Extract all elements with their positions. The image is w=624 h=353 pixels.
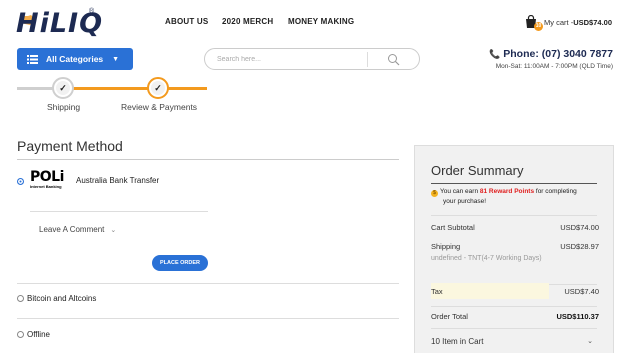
step-shipping-label[interactable]: Shipping [47, 102, 80, 112]
shipping-value: USD$28.97 [560, 242, 599, 251]
step-track-active [63, 87, 156, 90]
cart-label: My cart - [544, 17, 574, 27]
tax-value: USD$7.40 [564, 287, 599, 296]
divider [431, 215, 597, 216]
leave-comment-toggle[interactable]: Leave A Comment ⌄ [39, 225, 116, 234]
chevron-down-icon: ⌄ [110, 226, 117, 234]
menu-icon [27, 54, 38, 64]
phone-icon: 📞 [489, 48, 501, 59]
all-categories-label: All Categories [46, 54, 104, 64]
leave-comment-label: Leave A Comment [39, 225, 105, 234]
reward-points-notice: $ You can earn 81 Reward Points for compl… [431, 187, 603, 207]
cart-total: USD$74.00 [573, 17, 612, 27]
divider [17, 283, 399, 284]
reward-coin-icon: $ [431, 190, 438, 197]
contact-info: 📞 Phone: (07) 3040 7877 Mon-Sat: 11:00AM… [489, 48, 613, 70]
order-total-row: Order Total USD$110.37 [431, 312, 599, 321]
divider [431, 306, 597, 307]
payment-method-title: Payment Method [17, 138, 123, 154]
divider [17, 318, 399, 319]
search-input[interactable] [217, 55, 367, 63]
search-divider [367, 52, 368, 67]
phone-line[interactable]: 📞 Phone: (07) 3040 7877 [489, 48, 613, 60]
step-review-label: Review & Payments [121, 102, 198, 112]
nav-about-us[interactable]: ABOUT US [165, 17, 208, 26]
tax-row: Tax USD$7.40 [431, 287, 599, 296]
reward-suffix: for completing [534, 188, 577, 195]
poli-logo-word: POLi [30, 169, 64, 185]
subtotal-row: Cart Subtotal USD$74.00 [431, 223, 599, 232]
chevron-down-icon: ▼ [112, 55, 120, 63]
nav-2020-merch[interactable]: 2020 MERCH [222, 17, 273, 26]
reward-points: 81 Reward Points [479, 188, 535, 195]
poli-radio[interactable] [17, 178, 24, 185]
check-icon: ✓ [151, 81, 165, 95]
search-bar [204, 48, 420, 70]
bitcoin-option-label[interactable]: Bitcoin and Altcoins [27, 294, 96, 303]
divider [431, 183, 597, 184]
reward-prefix: You can earn [440, 188, 480, 195]
check-icon: ✓ [56, 81, 70, 95]
place-order-button[interactable]: PLACE ORDER [152, 255, 208, 271]
divider [17, 159, 399, 160]
cart-count-badge: 10 [534, 22, 544, 31]
site-logo[interactable]: HiLIQ ® [16, 6, 111, 42]
divider [30, 211, 208, 212]
chevron-down-icon: ⌄ [587, 338, 593, 345]
poli-logo: POLi Internet Banking [30, 169, 75, 190]
offline-option-label[interactable]: Offline [27, 330, 50, 339]
all-categories-button[interactable]: All Categories ▼ [17, 48, 133, 70]
checkout-progress: ✓ ✓ Shipping Review & Payments [17, 74, 207, 114]
order-total-label: Order Total [431, 312, 468, 321]
shipping-row: Shipping USD$28.97 [431, 242, 599, 251]
nav-money-making[interactable]: MONEY MAKING [288, 17, 354, 26]
bitcoin-radio[interactable] [17, 295, 24, 302]
phone-number: Phone: (07) 3040 7877 [503, 48, 613, 60]
subtotal-label: Cart Subtotal [431, 223, 475, 232]
step-shipping-marker[interactable]: ✓ [52, 77, 74, 99]
step-review-marker: ✓ [147, 77, 169, 99]
divider [431, 328, 597, 329]
shipping-method-detail: undefined - TNT(4-7 Working Days) [431, 255, 542, 262]
order-summary-panel: Order Summary $ You can earn 81 Reward Po… [414, 145, 614, 353]
reward-line-2: your purchase! [443, 198, 486, 205]
shopping-bag-icon: 10 [524, 14, 544, 31]
items-in-cart-toggle[interactable]: 10 Item in Cart ⌄ [431, 337, 599, 346]
registered-mark: ® [89, 8, 95, 15]
search-icon[interactable] [387, 53, 400, 66]
order-total-value: USD$110.37 [556, 312, 599, 321]
mini-cart[interactable]: 10 My cart - USD$74.00 [524, 14, 612, 31]
subtotal-value: USD$74.00 [560, 223, 599, 232]
tax-label: Tax [431, 287, 443, 296]
shipping-label: Shipping [431, 242, 461, 251]
poli-logo-subtitle: Internet Banking [30, 184, 62, 189]
offline-radio[interactable] [17, 331, 24, 338]
items-in-cart-label: 10 Item in Cart [431, 337, 484, 346]
order-summary-title: Order Summary [431, 163, 524, 178]
opening-hours: Mon-Sat: 11:00AM - 7:00PM (QLD Time) [495, 63, 613, 70]
poli-option-label[interactable]: Australia Bank Transfer [76, 176, 159, 185]
